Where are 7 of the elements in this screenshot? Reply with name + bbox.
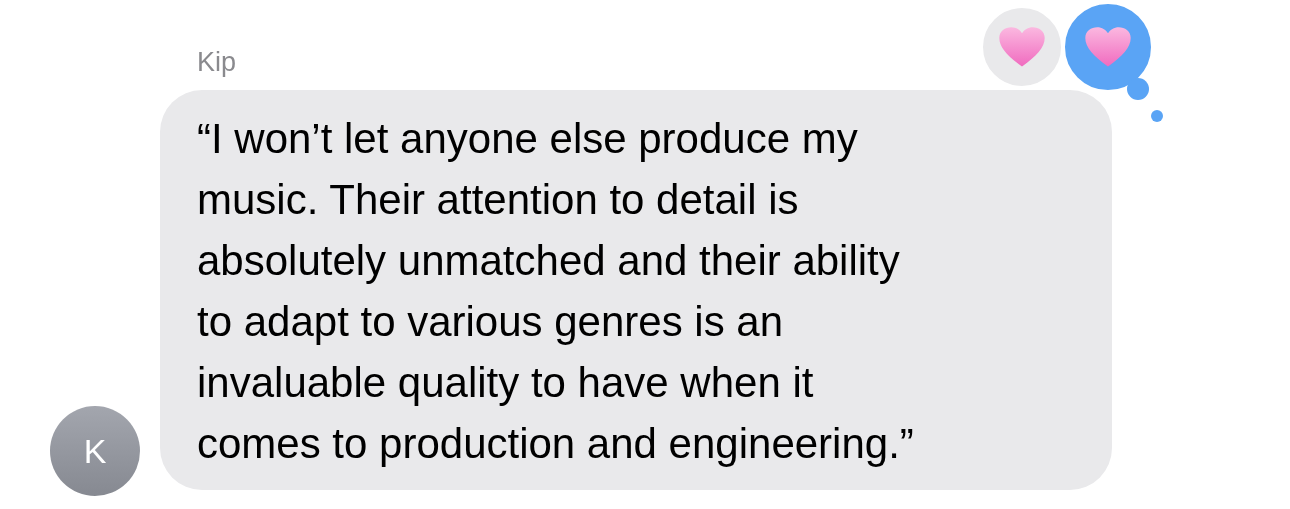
sender-name: Kip bbox=[197, 46, 237, 79]
message-text: “I won’t let anyone else produce my music. Their attention to detail is absolutely unmatched and their ability to adapt to various genres is an invaluable quality to have when it comes to production and engineering.” bbox=[197, 114, 915, 469]
avatar: K bbox=[50, 406, 140, 496]
heart-icon bbox=[1084, 25, 1132, 69]
tail-dot bbox=[1151, 110, 1163, 122]
tail-dot bbox=[1127, 78, 1149, 100]
heart-icon bbox=[998, 25, 1046, 69]
